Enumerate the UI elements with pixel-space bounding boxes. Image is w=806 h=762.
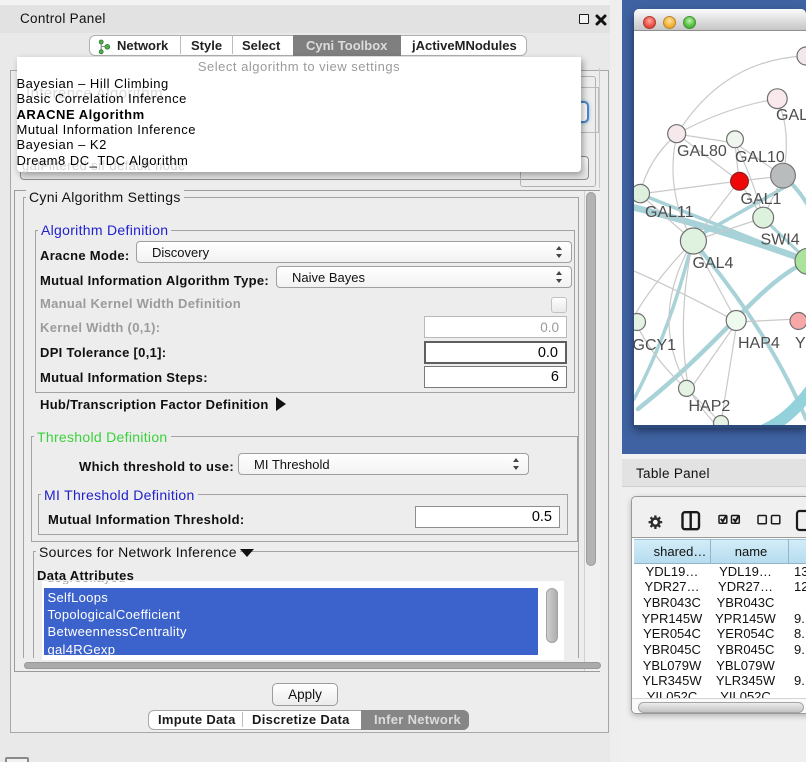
svg-text:GAL7: GAL7 bbox=[776, 107, 806, 124]
svg-text:HAP2: HAP2 bbox=[689, 398, 731, 415]
svg-text:Y: Y bbox=[795, 335, 806, 352]
svg-text:HAP4: HAP4 bbox=[738, 335, 780, 352]
svg-text:GAL1: GAL1 bbox=[741, 191, 782, 208]
svg-text:GAL11: GAL11 bbox=[645, 204, 694, 221]
svg-text:SWI4: SWI4 bbox=[761, 232, 800, 249]
svg-text:GAL80: GAL80 bbox=[677, 143, 727, 160]
svg-text:GAL4: GAL4 bbox=[693, 255, 734, 272]
svg-text:GAL10: GAL10 bbox=[735, 149, 785, 166]
svg-text:GCY1: GCY1 bbox=[634, 337, 676, 354]
